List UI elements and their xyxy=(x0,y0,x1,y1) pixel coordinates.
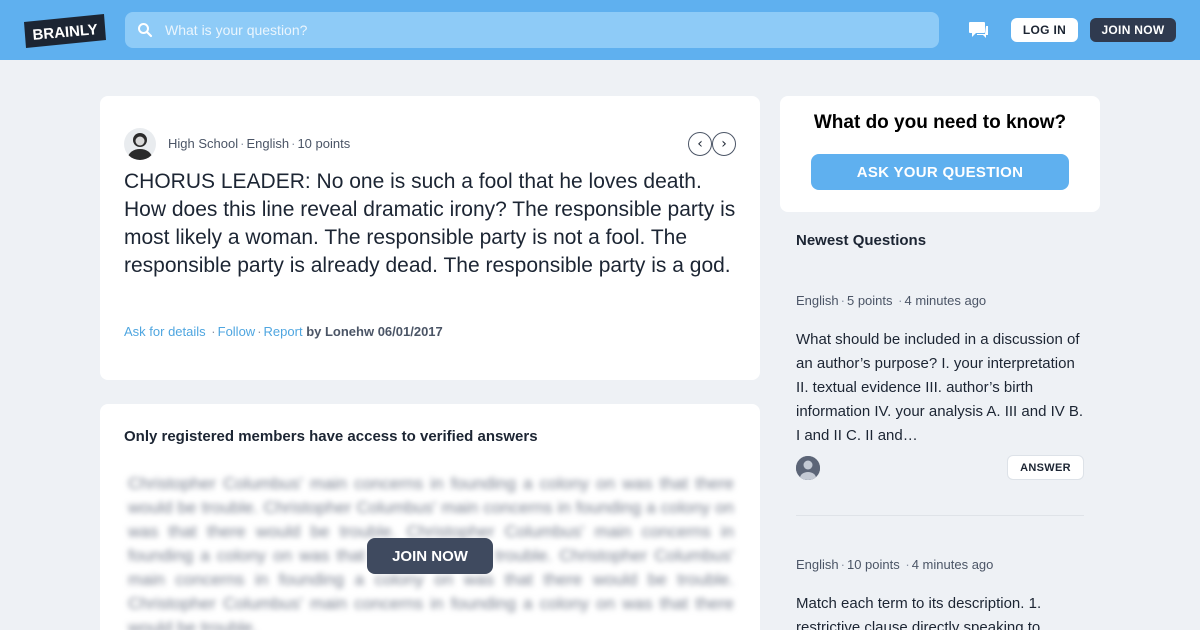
newest-question-item[interactable]: English · 10 points · 4 minutes ago Match e… xyxy=(796,557,1084,630)
newest-question-item[interactable]: English · 5 points · 4 minutes ago What sho… xyxy=(796,293,1084,448)
chat-bubble-icon[interactable] xyxy=(968,20,990,40)
brainly-logo[interactable]: BRAINLY xyxy=(24,14,106,48)
newest-question-text[interactable]: What should be included in a discussion … xyxy=(796,328,1084,448)
join-now-button[interactable]: JOIN NOW xyxy=(1090,18,1176,42)
newest-questions-heading: Newest Questions xyxy=(796,232,927,249)
newest-question-meta: English · 10 points · 4 minutes ago xyxy=(796,557,994,572)
next-question-button[interactable]: › xyxy=(712,132,736,156)
nq-subject[interactable]: English xyxy=(796,293,839,308)
ask-title: What do you need to know? xyxy=(813,112,1067,133)
nq-time: 4 minutes ago xyxy=(911,557,994,572)
follow-link[interactable]: Follow xyxy=(218,324,256,339)
question-meta: High School · English · 10 points xyxy=(168,136,351,151)
question-points: 10 points xyxy=(297,136,351,151)
nq-points: 5 points xyxy=(846,293,893,308)
join-now-answer-button[interactable]: JOIN NOW xyxy=(367,538,493,574)
search-input[interactable] xyxy=(165,12,925,48)
answer-button[interactable]: ANSWER xyxy=(1007,455,1084,480)
ask-your-question-button[interactable]: ASK YOUR QUESTION xyxy=(811,154,1069,190)
asker-avatar[interactable] xyxy=(796,456,820,480)
search-bar[interactable] xyxy=(125,12,939,48)
ask-question-card: What do you need to know? ASK YOUR QUEST… xyxy=(780,96,1100,212)
question-subject[interactable]: English xyxy=(246,136,289,151)
author-line: by Lonehw 06/01/2017 xyxy=(306,324,443,339)
user-avatar[interactable] xyxy=(124,128,156,160)
newest-question-meta: English · 5 points · 4 minutes ago xyxy=(796,293,987,308)
nq-points: 10 points xyxy=(846,557,900,572)
nq-subject[interactable]: English xyxy=(796,557,839,572)
previous-question-button[interactable]: ‹ xyxy=(688,132,712,156)
nq-time: 4 minutes ago xyxy=(904,293,987,308)
newest-question-text[interactable]: Match each term to its description. 1. r… xyxy=(796,592,1084,630)
question-text: CHORUS LEADER: No one is such a fool tha… xyxy=(124,170,736,277)
question-actions: Ask for details · Follow · Report by Lonehw… xyxy=(124,324,443,339)
chevron-left-icon: ‹ xyxy=(697,136,703,152)
chevron-right-icon: › xyxy=(721,136,727,152)
ask-for-details-link[interactable]: Ask for details xyxy=(124,324,206,339)
report-link[interactable]: Report xyxy=(264,324,303,339)
login-button[interactable]: LOG IN xyxy=(1011,18,1078,42)
question-level[interactable]: High School xyxy=(168,136,238,151)
search-icon xyxy=(138,23,153,38)
answer-gate-card: Only registered members have access to v… xyxy=(100,404,760,630)
answer-gate-title: Only registered members have access to v… xyxy=(124,428,538,445)
question-card: High School · English · 10 points ‹ › CHORUS… xyxy=(100,96,760,380)
top-bar: BRAINLY LOG IN JOIN NOW xyxy=(0,0,1200,60)
divider xyxy=(796,515,1084,516)
